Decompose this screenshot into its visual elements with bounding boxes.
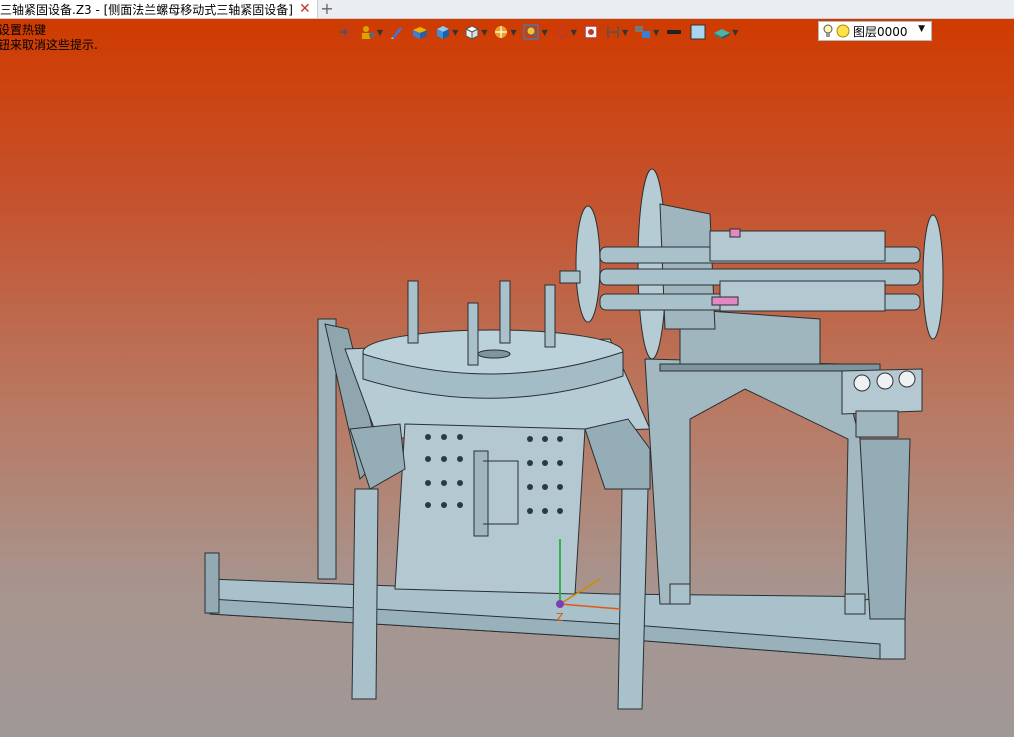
pin [407,280,419,344]
control-bracket [855,410,899,438]
left-leg-front [351,488,379,700]
new-tab-button[interactable]: + [318,0,336,18]
slide-rail [659,363,881,372]
document-tab[interactable]: 三轴紧固设备.Z3 - [侧面法兰螺母移动式三轴紧固设备] ✕ [0,0,318,18]
document-tab-title: 三轴紧固设备.Z3 - [侧面法兰螺母移动式三轴紧固设备] [0,2,293,17]
3d-viewport[interactable]: 设置热键 钮来取消这些提示. ▼ ▼ ▼ ▼ ▼ ▼ ▼ ▼ ▼ 图层0000 … [0,19,1014,737]
flange-wheel-right [922,214,944,340]
pin [467,302,479,366]
cylinder-block-lower [719,280,886,312]
frame-foot [669,583,691,605]
z-axis-label: Z [556,611,564,624]
center-handle-plate [473,450,489,537]
3d-model-render: Z [204,168,944,710]
disc-hole [477,349,511,359]
close-tab-icon[interactable]: ✕ [299,0,311,18]
flange-wheel-mid [637,168,667,360]
frame-foot [844,593,866,615]
right-frame [644,358,871,605]
base-endcap [204,552,220,614]
flange-wheel-left [575,205,601,323]
pin [499,280,511,344]
center-leg-front [617,488,649,710]
pink-marker [711,296,739,306]
tab-bar: 三轴紧固设备.Z3 - [侧面法兰螺母移动式三轴紧固设备] ✕ + [0,0,1014,19]
pink-marker [729,228,741,238]
center-panel [394,423,586,595]
nose-stub [559,270,581,284]
pin [544,284,556,348]
